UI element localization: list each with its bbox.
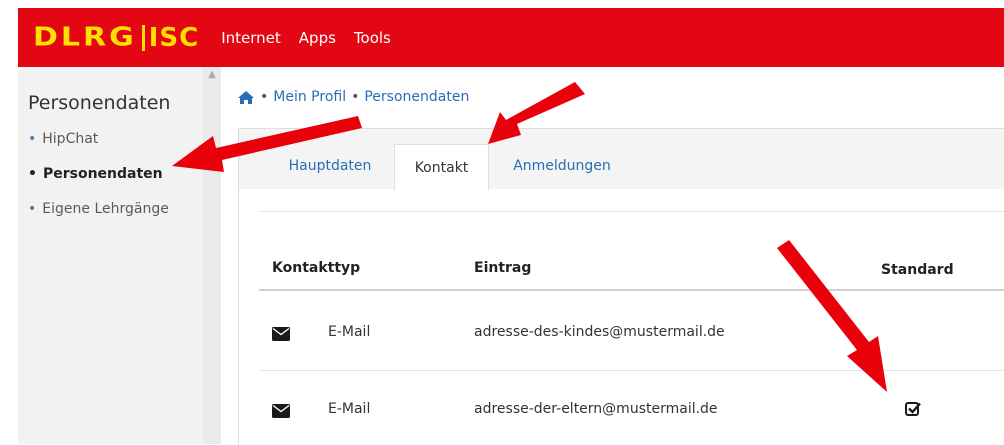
top-margin <box>0 0 1004 8</box>
contact-entry: adresse-des-kindes@mustermail.de <box>474 324 725 340</box>
logo-text-isc: ISC <box>148 22 200 53</box>
envelope-icon <box>272 404 290 418</box>
logo-divider <box>141 24 145 51</box>
sidebar-item-label: HipChat <box>42 131 99 147</box>
sidebar-title: Personendaten <box>28 92 171 114</box>
nav-tools[interactable]: Tools <box>354 29 391 47</box>
contact-type: E-Mail <box>328 401 371 417</box>
sidebar-item-personendaten[interactable]: • Personendaten <box>28 166 163 182</box>
breadcrumb-separator: • <box>351 89 360 105</box>
nav-internet[interactable]: Internet <box>221 29 281 47</box>
envelope-icon <box>272 327 290 341</box>
contact-entry: adresse-der-eltern@mustermail.de <box>474 401 718 417</box>
column-header-eintrag: Eintrag <box>474 260 532 276</box>
sidebar <box>18 67 203 444</box>
breadcrumb-separator: • <box>260 89 269 105</box>
sidebar-scrollbar[interactable] <box>203 67 221 444</box>
table-header-divider <box>259 289 1004 291</box>
logo-text-dlrg: DLRG <box>33 22 137 53</box>
bullet-icon: • <box>28 201 37 217</box>
column-header-standard: Standard <box>881 262 954 278</box>
sidebar-item-label: Eigene Lehrgänge <box>42 201 169 217</box>
sidebar-item-eigene-lehrgaenge[interactable]: • Eigene Lehrgänge <box>28 201 169 217</box>
dlrg-isc-logo[interactable]: DLRG ISC <box>33 20 199 55</box>
nav-apps[interactable]: Apps <box>299 29 336 47</box>
top-navbar: DLRG ISC Internet Apps Tools <box>18 8 1004 67</box>
scroll-up-arrow-icon[interactable]: ▲ <box>205 70 219 80</box>
breadcrumb: • Mein Profil • Personendaten <box>237 89 469 105</box>
sidebar-item-hipchat[interactable]: • HipChat <box>28 131 98 147</box>
breadcrumb-personendaten[interactable]: Personendaten <box>364 89 469 105</box>
bullet-icon: • <box>28 131 37 147</box>
tab-content-divider <box>259 211 1004 212</box>
tab-kontakt[interactable]: Kontakt <box>394 144 489 190</box>
contact-type: E-Mail <box>328 324 371 340</box>
tab-hauptdaten[interactable]: Hauptdaten <box>271 144 389 188</box>
sidebar-item-label: Personendaten <box>42 166 163 182</box>
standard-checkbox-checked-icon <box>905 402 921 416</box>
tab-anmeldungen[interactable]: Anmeldungen <box>495 144 629 188</box>
row-divider <box>259 370 1004 371</box>
column-header-kontakttyp: Kontakttyp <box>272 260 361 276</box>
bullet-icon: • <box>28 166 37 182</box>
home-icon[interactable] <box>237 90 255 105</box>
breadcrumb-mein-profil[interactable]: Mein Profil <box>273 89 346 105</box>
